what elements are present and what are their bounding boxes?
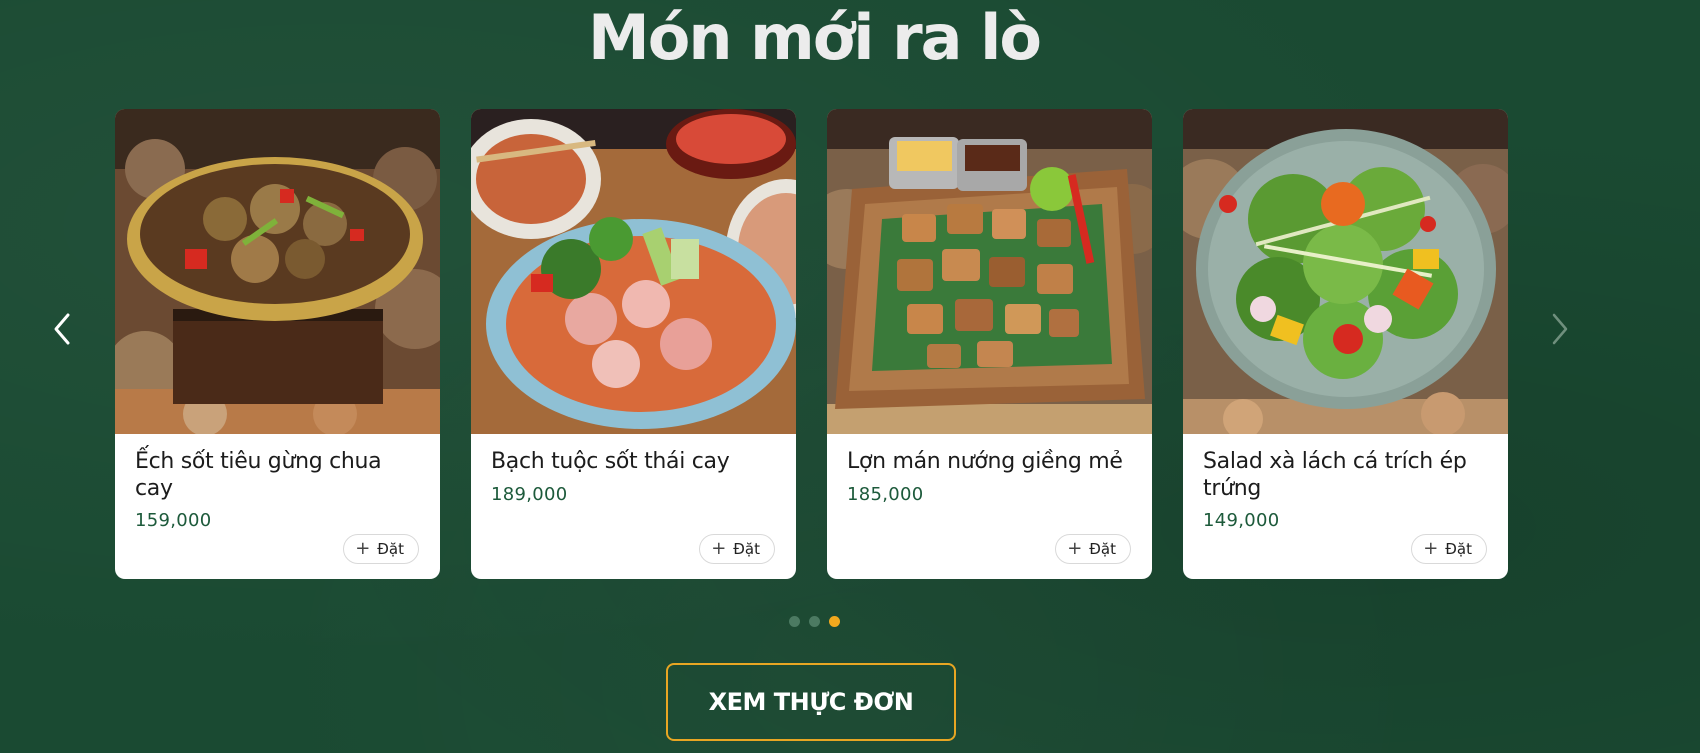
- product-name: Ếch sốt tiêu gừng chua cay: [135, 449, 382, 501]
- product-name: Lợn mán nướng giềng mẻ: [847, 449, 1123, 474]
- product-image-salad[interactable]: [1183, 109, 1508, 434]
- product-price: 149,000: [1203, 510, 1280, 531]
- chevron-right-icon: [1549, 312, 1571, 346]
- product-name: Bạch tuộc sốt thái cay: [491, 449, 730, 474]
- carousel-next-button[interactable]: [1540, 304, 1580, 354]
- order-button[interactable]: + Đặt: [343, 534, 419, 564]
- plus-icon: +: [711, 538, 727, 559]
- order-label: Đặt: [1445, 540, 1472, 558]
- pagination-dot[interactable]: [788, 616, 800, 627]
- product-price: 185,000: [847, 484, 924, 505]
- product-image-octopus[interactable]: [471, 109, 796, 434]
- carousel-prev-button[interactable]: [42, 304, 82, 354]
- product-image-grilled-pork[interactable]: [827, 109, 1152, 434]
- chevron-left-icon: [51, 312, 73, 346]
- pagination-dot-active[interactable]: [828, 616, 840, 627]
- order-label: Đặt: [733, 540, 760, 558]
- carousel-pagination: [0, 616, 1628, 627]
- plus-icon: +: [1423, 538, 1439, 559]
- view-menu-button[interactable]: XEM THỰC ĐƠN: [666, 663, 956, 741]
- product-name: Salad xà lách cá trích ép trứng: [1203, 449, 1467, 501]
- order-label: Đặt: [377, 540, 404, 558]
- order-label: Đặt: [1089, 540, 1116, 558]
- order-button[interactable]: + Đặt: [699, 534, 775, 564]
- order-button[interactable]: + Đặt: [1055, 534, 1131, 564]
- product-card[interactable]: Salad xà lách cá trích ép trứng 149,000 …: [1183, 109, 1508, 579]
- product-price: 189,000: [491, 484, 568, 505]
- product-card[interactable]: Ếch sốt tiêu gừng chua cay 159,000 + Đặt: [115, 109, 440, 579]
- section-title: Món mới ra lò: [588, 1, 1042, 74]
- order-button[interactable]: + Đặt: [1411, 534, 1487, 564]
- product-image-frog[interactable]: [115, 109, 440, 434]
- product-card[interactable]: Bạch tuộc sốt thái cay 189,000 + Đặt: [471, 109, 796, 579]
- plus-icon: +: [355, 538, 371, 559]
- plus-icon: +: [1067, 538, 1083, 559]
- product-price: 159,000: [135, 510, 212, 531]
- pagination-dot[interactable]: [808, 616, 820, 627]
- product-card[interactable]: Lợn mán nướng giềng mẻ 185,000 + Đặt: [827, 109, 1152, 579]
